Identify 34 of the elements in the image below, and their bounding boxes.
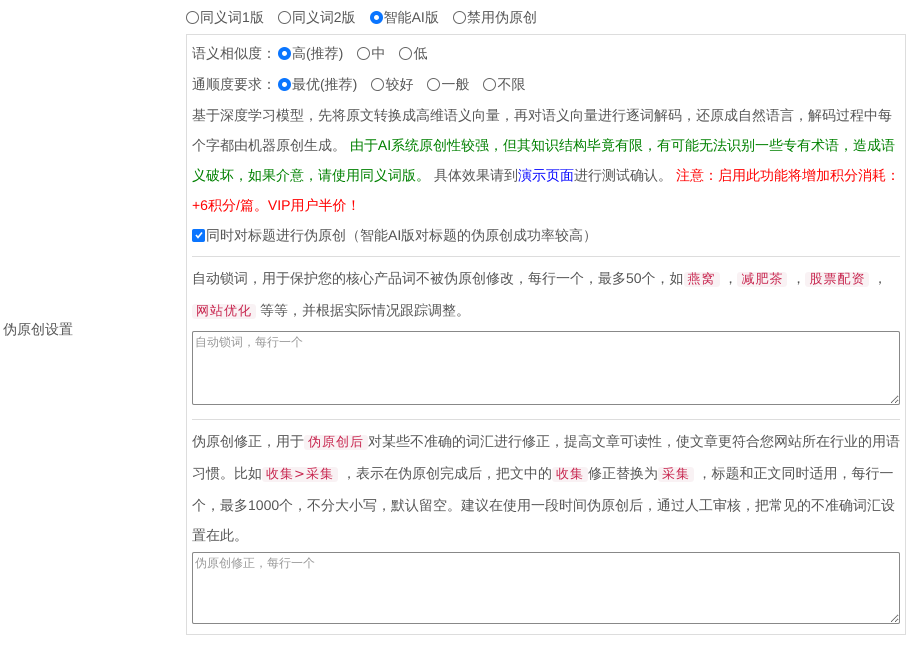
- checkbox[interactable]: [192, 228, 205, 242]
- corrections-field[interactable]: 伪原创修正，每行一个: [192, 552, 900, 624]
- radio-label[interactable]: 一般: [441, 74, 470, 95]
- radio-button[interactable]: [278, 47, 291, 60]
- radio-button[interactable]: [483, 78, 496, 91]
- radio-label[interactable]: 较好: [385, 74, 414, 95]
- radio-button[interactable]: [371, 78, 384, 91]
- description-text: 基于深度学习模型，先将原文转换成高维语义向量，再对语义向量进行逐词解码，还原成自然语言，解码过程中每个字都由机器原创生成。 由于AI系统原创性较强，但其知识结构毕竟有限，有可能无法识别一些专有术语，造成语义破坏，如果介意，请使用同义词版。 具体效果请到演示页面进行测试确认。 注意：启用此功能将增加积分消耗：+6积分/篇。VIP用户半价！: [192, 106, 900, 215]
- checkmark-icon: [194, 230, 204, 240]
- radio-label[interactable]: 智能AI版: [384, 6, 439, 28]
- radio-button[interactable]: [399, 47, 412, 60]
- section-label: 伪原创设置: [3, 320, 73, 338]
- corrections-text: 伪原创修正，用于 伪原创后 对某些不准确的词汇进行修正，提高文章可读性，使文章更符合您网站所在行业的用语习惯。比如 收集>采集 ，表示在伪原创完成后，把文中的 收集 修正替换为 采集 ，标题和正文同时适用，每行一个，最多1000个，不分大小写，默认留空。建议在使用一段时间伪原创后，通过人工审核，把常见的不准确词汇设置在此。: [192, 432, 900, 545]
- radio-button[interactable]: [427, 78, 440, 91]
- radio-label[interactable]: 低: [413, 43, 428, 64]
- radio-button[interactable]: [186, 10, 199, 24]
- radio-button[interactable]: [370, 10, 383, 24]
- radio-label[interactable]: 最优(推荐): [292, 74, 358, 95]
- radio-label[interactable]: 同义词1版: [200, 6, 264, 28]
- radio-button[interactable]: [357, 47, 370, 60]
- radio-button[interactable]: [278, 78, 291, 91]
- radio-label[interactable]: 禁用伪原创: [466, 6, 537, 28]
- radio-button[interactable]: [452, 10, 466, 24]
- option-label: 语义相似度：: [192, 44, 276, 63]
- lock-words-text: 自动锁词，用于保护您的核心产品词不被伪原创修改，每行一个，最多50个，如 燕窝 ， 减肥茶 ， 股票配资 ， 网站优化 等等，并根据实际情况跟踪调整。: [192, 269, 888, 321]
- radio-label[interactable]: 不限: [497, 74, 526, 95]
- radio-label[interactable]: 高(推荐): [292, 43, 344, 64]
- radio-label[interactable]: 中: [371, 43, 386, 64]
- demo-page-link[interactable]: 演示页面: [518, 167, 574, 183]
- radio-button[interactable]: [278, 10, 291, 24]
- radio-label[interactable]: 同义词2版: [292, 6, 356, 28]
- lock-words-field[interactable]: 自动锁词，每行一个: [192, 331, 900, 405]
- title-checkbox[interactable]: 同时对标题进行伪原创（智能AI版对标题的伪原创成功率较高）: [192, 224, 598, 246]
- option-label: 通顺度要求：: [192, 75, 276, 94]
